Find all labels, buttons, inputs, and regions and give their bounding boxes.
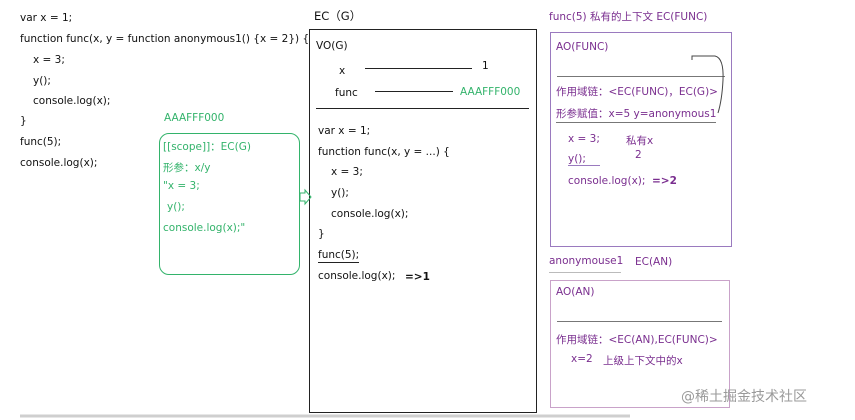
func-result: =>2 (652, 175, 677, 187)
vo-func-label: func (335, 87, 358, 99)
ec-g-box: VO(G) x 1 func AAAFFF000 var x = 1; func… (309, 29, 537, 413)
anon-ctx-ec: EC(AN) (635, 256, 673, 268)
ec-g-code-line-8: console.log(x); (318, 270, 396, 282)
an-scope-chain: 作用域链：<EC(AN),EC(FUNC)> (556, 334, 718, 346)
function-heap-box: [[scope]]：EC(G) 形参：x/y "x = 3; y(); cons… (159, 133, 300, 275)
heap-params-line: 形参：x/y (163, 162, 211, 174)
left-code-line-4: y(); (33, 75, 51, 87)
func-code-line-1: x = 3; (568, 133, 600, 145)
heap-code-line-2: y(); (167, 201, 185, 213)
ec-func-box: AO(FUNC) 作用域链：<EC(FUNC)，EC(G)> 形参赋值：x=5 … (550, 32, 732, 247)
an-note-outer-x: 上级上下文中的x (603, 355, 683, 367)
func-params: 形参赋值：x=5 y=anonymous1 (556, 106, 717, 123)
ao-an-divider (557, 321, 722, 322)
left-code-line-8: console.log(x); (20, 157, 98, 169)
heap-code-line-1: "x = 3; (163, 180, 200, 192)
ao-func-label: AO(FUNC) (556, 41, 609, 53)
ao-an-label: AO(AN) (556, 286, 595, 298)
ec-g-code-line-3: x = 3; (331, 166, 363, 178)
left-code-line-5: console.log(x); (33, 95, 111, 107)
anon-title-underline (549, 272, 621, 273)
left-code-line-7: func(5); (20, 136, 62, 148)
ec-g-code-line-1: var x = 1; (318, 125, 371, 137)
heap-scope-line: [[scope]]：EC(G) (163, 141, 251, 153)
heap-address-label: AAAFFF000 (164, 112, 225, 124)
ec-g-title: EC（G） (314, 9, 362, 23)
ec-g-code-line-4: y(); (331, 187, 349, 199)
left-code-line-3: x = 3; (33, 54, 65, 66)
ec-g-result: =>1 (405, 271, 430, 283)
func-note-private-x: 私有x (626, 135, 654, 147)
func-code-line-2: y(); (568, 153, 600, 166)
left-code-line-1: var x = 1; (20, 12, 73, 24)
an-code-line-1: x=2 (571, 353, 593, 365)
ec-g-code-line-7: func(5); (318, 249, 360, 263)
func-ctx-title: func(5) 私有的上下文 EC(FUNC) (549, 11, 708, 23)
ao-func-divider (557, 76, 725, 77)
vo-x-line (365, 68, 472, 69)
anon-ctx-title: anonymouse1 (549, 255, 624, 267)
left-code-line-6: } (20, 115, 27, 127)
func-note-2: 2 (635, 149, 642, 161)
vo-divider (316, 108, 529, 109)
watermark: @稀土掘金技术社区 (681, 389, 807, 405)
vo-g-label: VO(G) (316, 40, 348, 52)
vo-func-value: AAAFFF000 (460, 86, 521, 98)
vo-func-line (375, 91, 453, 92)
vo-x-label: x (339, 65, 346, 77)
left-code-line-2: function func(x, y = function anonymous1… (20, 33, 310, 45)
func-scope-chain: 作用域链：<EC(FUNC)，EC(G)> (556, 86, 718, 98)
heap-code-line-3: console.log(x);" (163, 222, 246, 234)
ec-g-code-line-6: } (318, 228, 325, 240)
func-code-line-3: console.log(x); (568, 175, 646, 187)
ec-g-code-line-2: function func(x, y = ...) { (318, 146, 450, 158)
vo-x-value: 1 (482, 60, 489, 72)
ec-g-code-line-5: console.log(x); (331, 208, 409, 220)
